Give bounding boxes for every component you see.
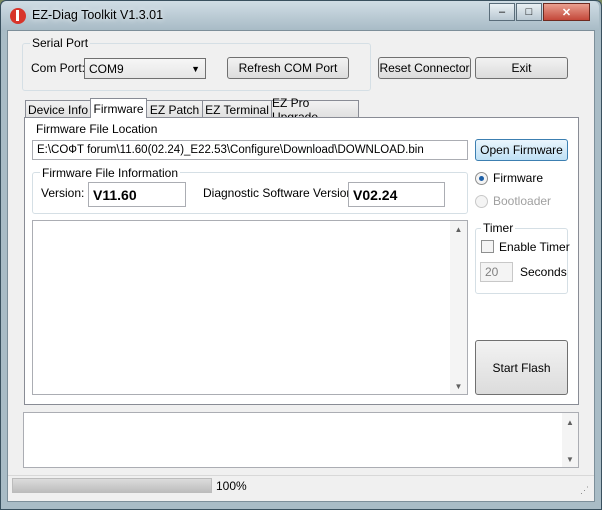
progress-bar [12,478,212,493]
progress-text: 100% [216,479,247,493]
seconds-label: Seconds [520,265,567,279]
file-info-group-label: Firmware File Information [40,166,181,180]
exit-button[interactable]: Exit [475,57,568,79]
diag-version-label: Diagnostic Software Version: [203,186,357,200]
resize-grip-icon[interactable]: ⋰ [580,485,589,496]
file-location-label: Firmware File Location [36,122,158,136]
tab-ez-pro-upgrade[interactable]: EZ Pro Upgrade [271,96,359,124]
enable-timer-label: Enable Timer [499,240,570,254]
bootloader-radio-label: Bootloader [493,194,552,208]
close-icon: ✕ [561,6,572,19]
minimize-icon: – [498,6,506,18]
maximize-icon: □ [525,6,533,18]
file-path-input[interactable]: E:\COФT forum\11.60(02.24)_E22.53\Config… [32,140,468,160]
chevron-down-icon: ▼ [191,64,200,74]
scroll-up-icon[interactable]: ▲ [450,223,467,235]
log-scrollbar[interactable] [450,221,467,394]
window-title: EZ-Diag Toolkit V1.3.01 [32,8,164,22]
open-firmware-button[interactable]: Open Firmware [475,139,568,161]
tab-ez-terminal[interactable]: EZ Terminal [202,100,272,118]
firmware-radio[interactable] [475,172,488,185]
firmware-radio-label: Firmware [493,171,543,185]
minimize-button[interactable]: – [489,3,515,21]
diag-version-field: V02.24 [348,182,445,207]
output-scroll-up-icon[interactable]: ▲ [562,416,578,428]
output-textbox[interactable] [23,412,579,468]
timer-seconds-value: 20 [485,265,499,279]
timer-group-label: Timer [481,221,516,235]
enable-timer-checkbox[interactable] [481,240,494,253]
version-label: Version: [41,186,85,200]
tab-firmware[interactable]: Firmware [90,98,147,118]
maximize-button[interactable]: □ [516,3,542,21]
tab-device-info[interactable]: Device Info [25,100,91,118]
diag-version-value: V02.24 [353,186,398,203]
scroll-down-icon[interactable]: ▼ [450,380,467,392]
close-button[interactable]: ✕ [543,3,590,21]
tab-ez-patch[interactable]: EZ Patch [146,100,203,118]
output-scroll-down-icon[interactable]: ▼ [562,453,578,465]
com-port-value: COM9 [89,61,124,76]
com-port-select[interactable]: COM9 ▼ [84,58,206,79]
version-field: V11.60 [88,182,186,207]
app-logo-icon [10,8,26,24]
start-flash-button[interactable]: Start Flash [475,340,568,395]
progress-fill [13,479,211,492]
com-port-label: Com Port: [31,61,86,75]
firmware-log-textarea[interactable] [32,220,468,395]
bootloader-radio[interactable] [475,195,488,208]
file-path-value: E:\COФT forum\11.60(02.24)_E22.53\Config… [37,144,424,156]
refresh-com-port-button[interactable]: Refresh COM Port [227,57,349,79]
timer-group [475,228,568,294]
reset-connector-button[interactable]: Reset Connector [378,57,471,79]
version-value: V11.60 [93,186,137,203]
serial-port-group-label: Serial Port [30,36,91,50]
timer-seconds-input[interactable]: 20 [480,262,513,282]
